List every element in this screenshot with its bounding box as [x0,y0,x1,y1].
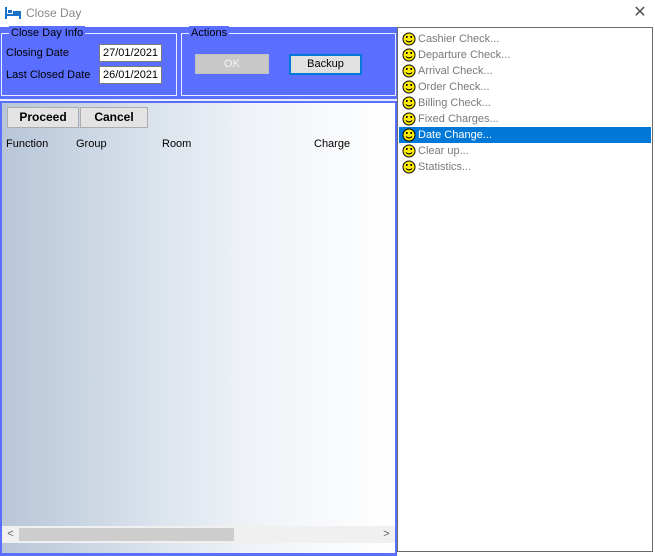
bed-icon [5,7,21,19]
smiley-face-icon [402,32,416,46]
smiley-face-icon [402,96,416,110]
checklist-item[interactable]: Cashier Check... [399,31,651,47]
checklist-item-label: Arrival Check... [418,65,493,77]
separator [0,99,397,101]
actions-group: Actions OK Backup [181,26,396,96]
close-day-checklist[interactable]: Cashier Check... Departure Check... Arriva… [397,27,653,552]
checklist-item-label: Statistics... [418,161,472,173]
last-closed-date-field[interactable]: 26/01/2021 [99,66,162,84]
scrollbar-thumb[interactable] [19,528,234,541]
checklist-item-label: Fixed Charges... [418,113,499,125]
column-header-group[interactable]: Group [76,138,107,150]
ok-button[interactable]: OK [195,54,269,74]
left-pane: Close Day Info Closing Date 27/01/2021 L… [0,26,397,556]
checklist-item[interactable]: Statistics... [399,159,651,175]
closing-date-field[interactable]: 27/01/2021 [99,44,162,62]
checklist-item-label: Departure Check... [418,49,511,61]
checklist-item-label: Billing Check... [418,97,491,109]
checklist-item[interactable]: Date Change... [399,127,651,143]
smiley-face-icon [402,64,416,78]
actions-legend: Actions [189,26,230,40]
checklist-item[interactable]: Clear up... [399,143,651,159]
horizontal-scrollbar[interactable]: < > [2,526,395,543]
scroll-left-icon[interactable]: < [2,526,19,543]
checklist-item-label: Clear up... [418,145,469,157]
column-header-charge[interactable]: Charge [314,138,350,150]
charges-grid: Proceed Cancel Function Group Room Charg… [2,103,395,553]
smiley-face-icon [402,128,416,142]
checklist-item-label: Cashier Check... [418,33,500,45]
smiley-face-icon [402,144,416,158]
smiley-face-icon [402,112,416,126]
backup-button[interactable]: Backup [289,54,362,75]
close-day-info-group: Close Day Info Closing Date 27/01/2021 L… [1,26,177,96]
close-day-info-legend: Close Day Info [9,26,86,40]
column-header-function[interactable]: Function [6,138,48,150]
title-bar: Close Day ✕ [0,0,655,27]
checklist-item-label: Order Check... [418,81,490,93]
closing-date-label: Closing Date [6,47,69,59]
proceed-button[interactable]: Proceed [7,107,79,128]
checklist-item[interactable]: Fixed Charges... [399,111,651,127]
column-header-room[interactable]: Room [162,138,191,150]
smiley-face-icon [402,48,416,62]
smiley-face-icon [402,80,416,94]
checklist-item[interactable]: Billing Check... [399,95,651,111]
last-closed-date-label: Last Closed Date [6,69,91,81]
checklist-item[interactable]: Departure Check... [399,47,651,63]
window-title: Close Day [26,6,82,20]
smiley-face-icon [402,160,416,174]
checklist-item[interactable]: Arrival Check... [399,63,651,79]
cancel-button[interactable]: Cancel [80,107,148,128]
checklist-item[interactable]: Order Check... [399,79,651,95]
checklist-item-label: Date Change... [418,129,492,141]
close-icon[interactable]: ✕ [631,4,649,22]
scroll-right-icon[interactable]: > [378,526,395,543]
